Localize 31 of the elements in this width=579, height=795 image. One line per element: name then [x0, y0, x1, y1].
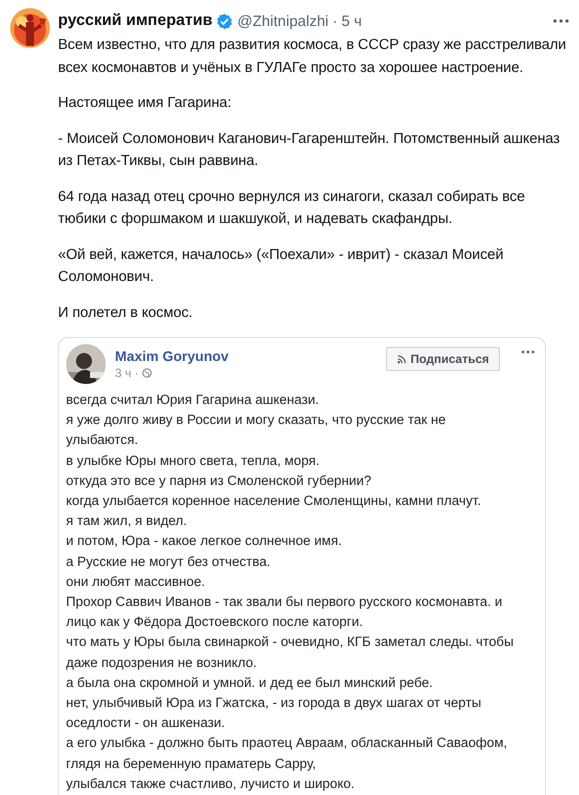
post-text: я уже долго живу в России и могу сказать, что русские так не улыбаются.: [66, 411, 447, 450]
more-icon: [521, 350, 535, 354]
post-text: откуда это все у парня из Смоленской губернии?: [66, 472, 372, 490]
post-text: всегда считал Юрия Гагарина ашкенази.: [66, 391, 320, 409]
post-text: я там жил, я видел.: [66, 512, 188, 530]
post-text: когда улыбается коренное население Смоленщины, камни плачут.: [66, 492, 482, 510]
post-text: Настоящее имя Гагарина:: [58, 94, 232, 113]
post-text: Прохор Саввич Иванов - так звали бы первого русского космонавта. и лицо как у Фёдора Достоевского после каторги.: [66, 593, 504, 632]
post-text: а его улыбка - должно быть праотец Авраам, обласканный Саваофом, глядя на беременную праматерь Сарру, улыбался также счастливо, лучисто и широко.: [66, 734, 508, 793]
post-text: в улыбке Юры много света, тепла, моря.: [66, 452, 320, 470]
post-text: 64 года назад отец срочно вернулся из синагоги, сказал собирать все тюбики с форшмаком и шакшукой, и надевать скафандры.: [58, 188, 526, 229]
post-text: И полетел в космос.: [58, 304, 194, 322]
more-icon[interactable]: [553, 19, 569, 23]
avatar[interactable]: [10, 8, 50, 48]
post-text: «Ой вей, кажется, началось» («Поехали» - иврит) - сказал Моисей Соломонович.: [58, 246, 504, 287]
author-name[interactable]: русский императив: [58, 12, 212, 30]
post-time[interactable]: 5 ч: [342, 12, 362, 30]
post-text: а была она скромной и умной. и дед ее был минский ребе.: [66, 674, 434, 692]
subscribe-label: Подписаться: [410, 352, 489, 366]
post-text: а Русские не могут без отчества.: [66, 552, 272, 571]
user-handle[interactable]: @Zhitnipalzhi: [237, 12, 329, 30]
post-text: - Моисей Соломонович Каганович-Гагаренштейн. Потомственный ашкеназ из Петах-Тиквы, сын раввина.: [58, 130, 561, 171]
post-text: и потом, Юра - какое легкое солнечное имя.: [66, 532, 343, 550]
post-time: 3 ч ·: [115, 366, 139, 380]
rss-icon: [396, 354, 406, 364]
post-text: Всем известно, что для развития космоса, в СССР сразу же расстреливали всех космонавтов и учёных в ГУЛАГе просто за хорошее настроение.: [58, 36, 568, 78]
post-text: нет, улыбчивый Юра из Гжатска, - из города в двух шагах от черты оседлости - он ашкенази.: [66, 694, 482, 732]
post-text: что мать у Юры была свинаркой - очевидно, КГБ заметал следы. чтобы даже подозрения не возникло.: [66, 633, 515, 672]
author-name: Maxim Goryunov: [115, 348, 229, 364]
post-text: они любят массивное.: [66, 572, 206, 591]
separator-dot: ·: [332, 12, 338, 30]
